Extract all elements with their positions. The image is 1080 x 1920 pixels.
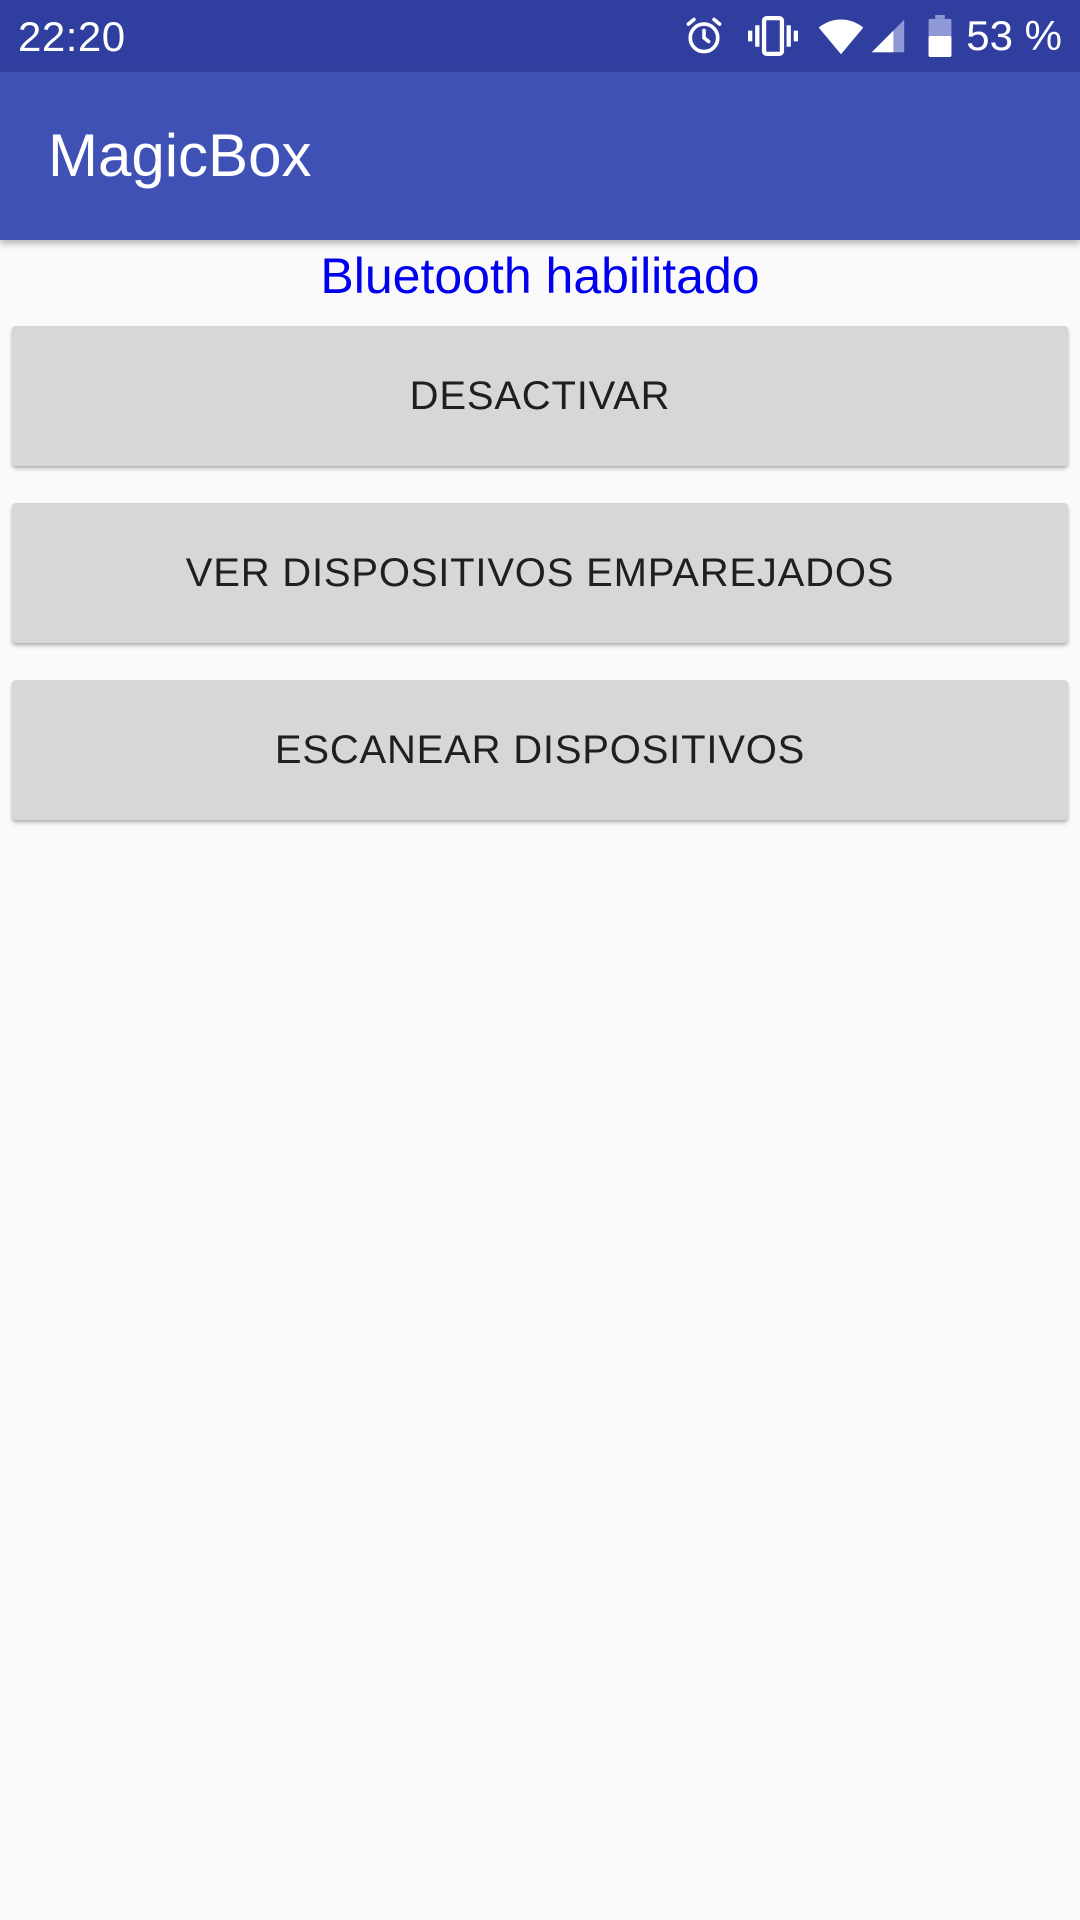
app-title: MagicBox [48, 122, 312, 189]
status-icons: 53 % [682, 0, 1062, 72]
view-paired-devices-button[interactable]: VER DISPOSITIVOS EMPAREJADOS [12, 503, 1068, 643]
wifi-icon [818, 0, 864, 72]
alarm-icon [682, 0, 726, 72]
bluetooth-status-text: Bluetooth habilitado [320, 248, 760, 304]
deactivate-button[interactable]: DESACTIVAR [12, 326, 1068, 466]
battery-percentage: 53 % [966, 12, 1062, 59]
battery-icon [928, 0, 952, 72]
scan-devices-button[interactable]: ESCANEAR DISPOSITIVOS [12, 680, 1068, 820]
cell-signal-icon [870, 0, 906, 72]
status-time: 22:20 [18, 13, 126, 60]
app-bar: MagicBox [0, 72, 1080, 240]
vibrate-icon [748, 0, 799, 72]
status-bar: 22:20 53 % [0, 0, 1080, 72]
